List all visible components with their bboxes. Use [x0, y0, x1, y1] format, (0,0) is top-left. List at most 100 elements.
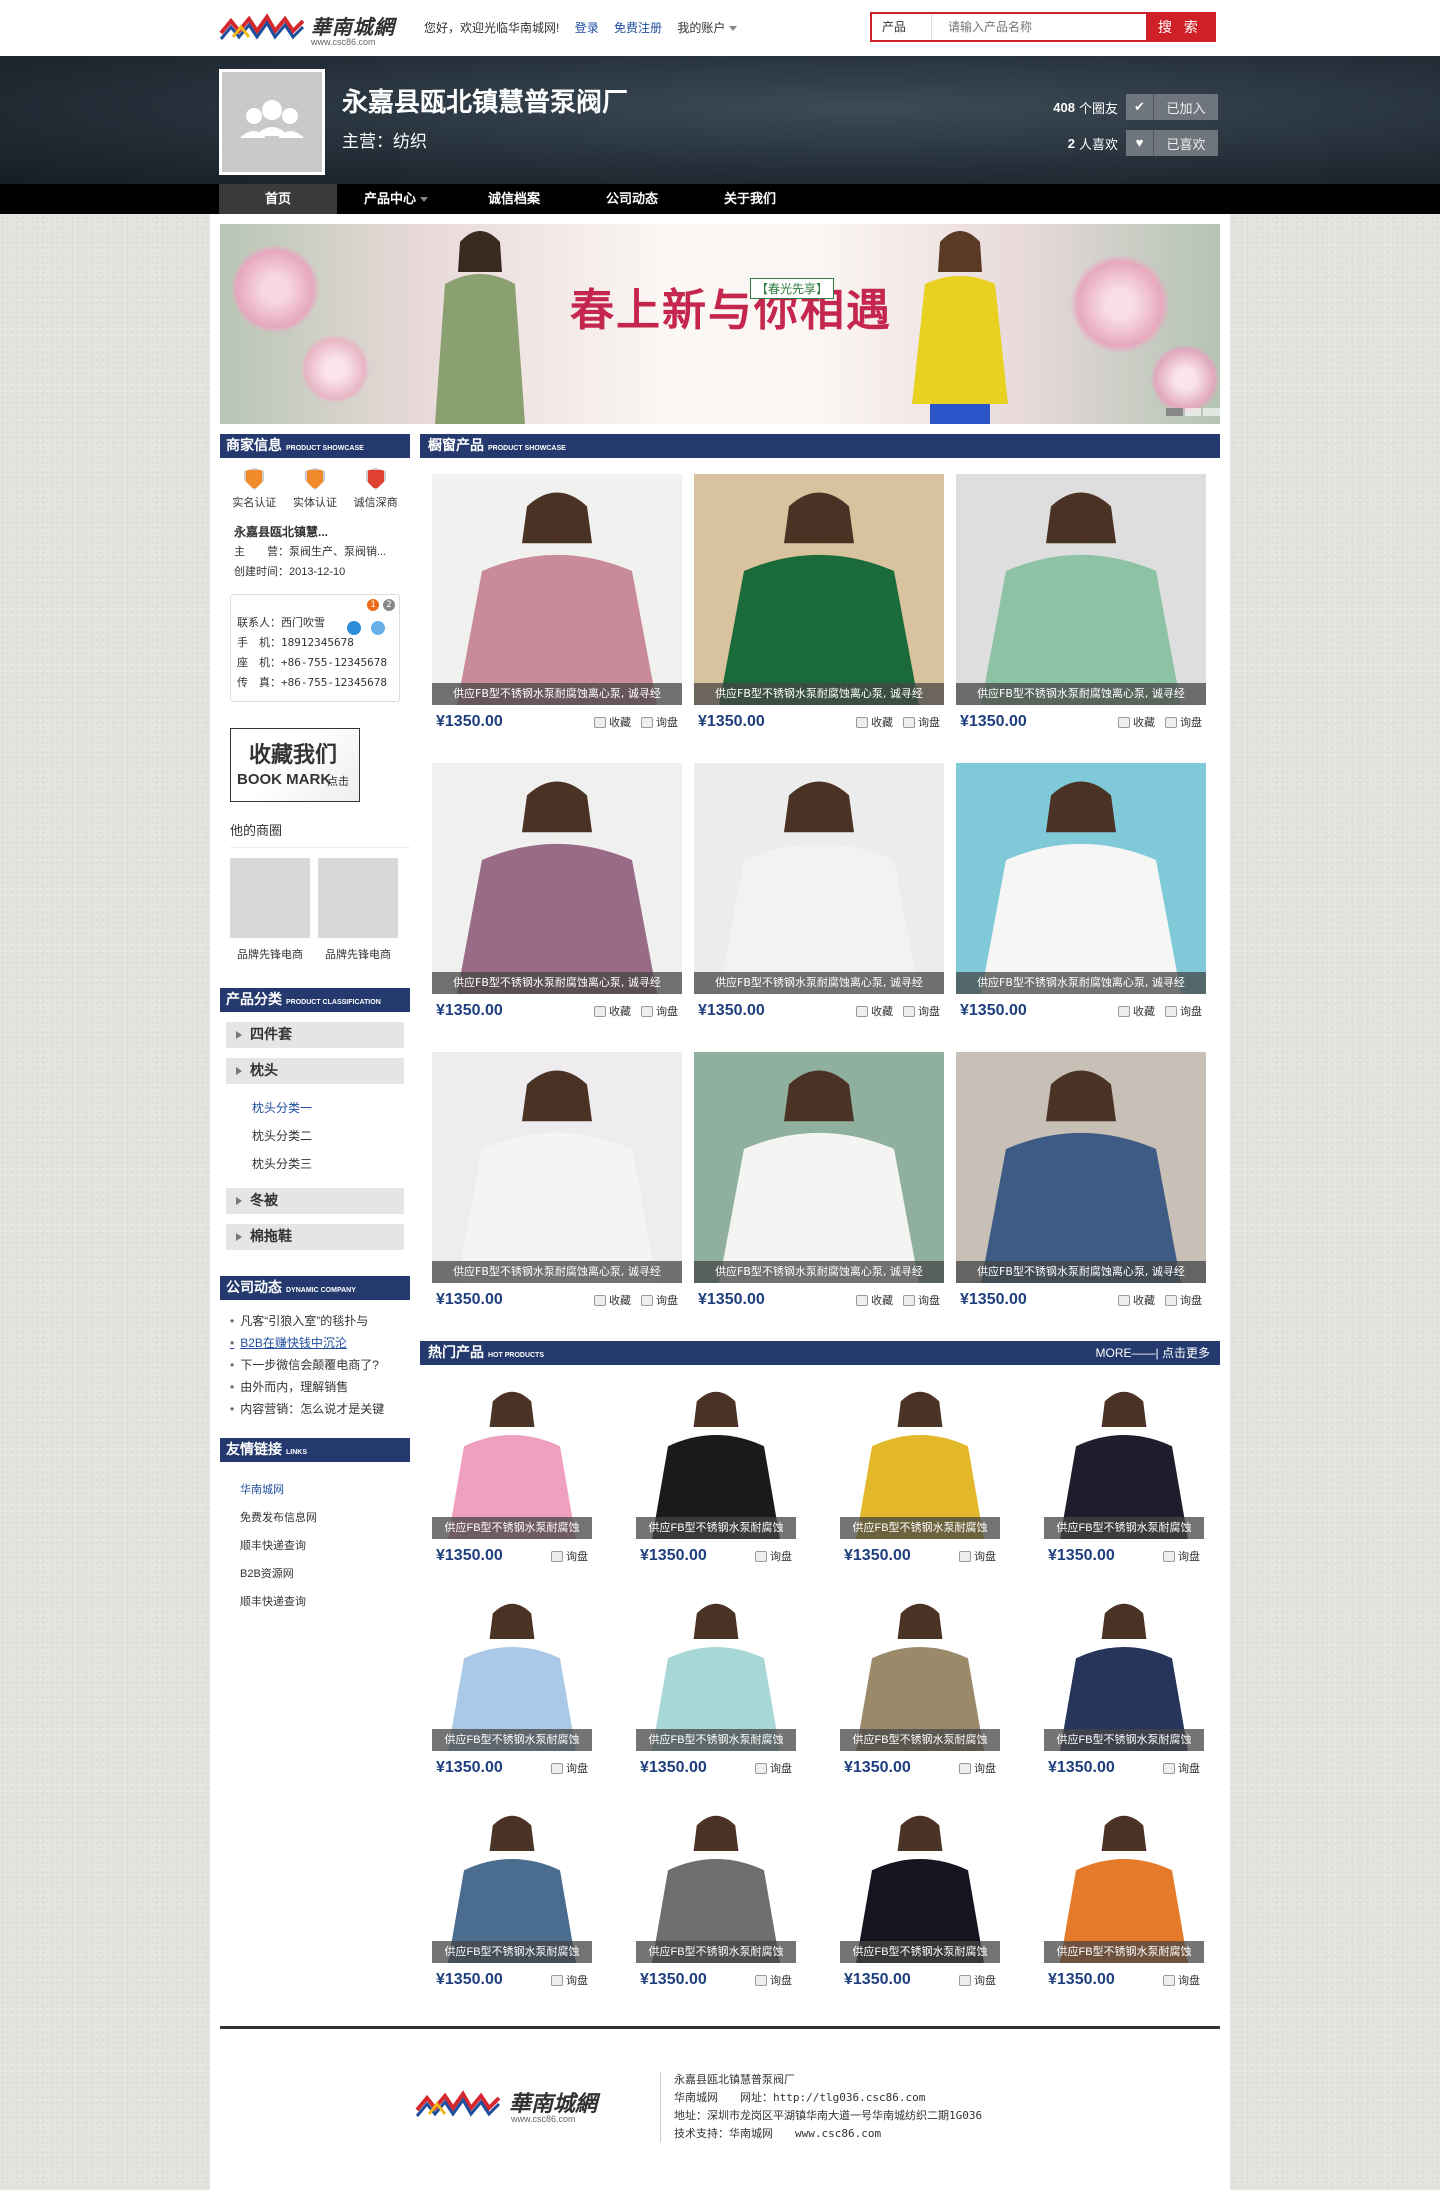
hot-card[interactable]: 供应FB型不锈钢水泵耐腐蚀 ¥1350.00 询盘	[432, 1379, 592, 1591]
product-image[interactable]: 供应FB型不锈钢水泵耐腐蚀离心泵, 诚寻经	[956, 763, 1206, 994]
subcategory-item[interactable]: 枕头分类一	[252, 1094, 410, 1122]
subcategory-item[interactable]: 枕头分类三	[252, 1150, 410, 1178]
inquire-button[interactable]: 询盘	[1163, 1972, 1200, 1988]
showcase-card[interactable]: 供应FB型不锈钢水泵耐腐蚀离心泵, 诚寻经 ¥1350.00 收藏 询盘	[432, 763, 682, 1052]
nav-about[interactable]: 关于我们	[691, 184, 809, 214]
product-image[interactable]: 供应FB型不锈钢水泵耐腐蚀离心泵, 诚寻经	[694, 763, 944, 994]
favorite-button[interactable]: 收藏	[1118, 1003, 1155, 1019]
product-image[interactable]: 供应FB型不锈钢水泵耐腐蚀	[840, 1379, 1000, 1539]
product-image[interactable]: 供应FB型不锈钢水泵耐腐蚀	[432, 1379, 592, 1539]
product-image[interactable]: 供应FB型不锈钢水泵耐腐蚀	[1044, 1591, 1204, 1751]
circle-item[interactable]: 品牌先锋电商	[230, 858, 310, 962]
showcase-card[interactable]: 供应FB型不锈钢水泵耐腐蚀离心泵, 诚寻经 ¥1350.00 收藏 询盘	[432, 474, 682, 763]
hot-card[interactable]: 供应FB型不锈钢水泵耐腐蚀 ¥1350.00 询盘	[432, 1591, 592, 1803]
hot-card[interactable]: 供应FB型不锈钢水泵耐腐蚀 ¥1350.00 询盘	[636, 1591, 796, 1803]
friend-link[interactable]: 顺丰快递查询	[240, 1532, 410, 1560]
cert-realname[interactable]: 实名认证	[226, 468, 282, 510]
friend-link[interactable]: 华南城网	[240, 1476, 410, 1504]
hot-card[interactable]: 供应FB型不锈钢水泵耐腐蚀 ¥1350.00 询盘	[840, 1591, 1000, 1803]
subcategory-item[interactable]: 枕头分类二	[252, 1122, 410, 1150]
hot-card[interactable]: 供应FB型不锈钢水泵耐腐蚀 ¥1350.00 询盘	[636, 1803, 796, 2015]
cert-credit[interactable]: 诚信深商	[348, 468, 404, 510]
showcase-card[interactable]: 供应FB型不锈钢水泵耐腐蚀离心泵, 诚寻经 ¥1350.00 收藏 询盘	[694, 474, 944, 763]
favorite-button[interactable]: 收藏	[856, 714, 893, 730]
friend-link[interactable]: 顺丰快递查询	[240, 1588, 410, 1616]
product-image[interactable]: 供应FB型不锈钢水泵耐腐蚀	[636, 1591, 796, 1751]
slider-dot[interactable]	[1203, 408, 1220, 416]
nav-products[interactable]: 产品中心	[337, 184, 455, 214]
inquire-button[interactable]: 询盘	[551, 1548, 588, 1564]
favorite-button[interactable]: 收藏	[1118, 1292, 1155, 1308]
login-link[interactable]: 登录	[575, 21, 599, 35]
news-item[interactable]: 下一步微信会颠覆电商了?	[230, 1354, 410, 1376]
favorite-button[interactable]: 收藏	[594, 714, 631, 730]
inquire-button[interactable]: 询盘	[959, 1760, 996, 1776]
search-input[interactable]	[932, 14, 1146, 40]
category-item[interactable]: 四件套	[226, 1022, 404, 1048]
hot-card[interactable]: 供应FB型不锈钢水泵耐腐蚀 ¥1350.00 询盘	[840, 1379, 1000, 1591]
inquire-button[interactable]: 询盘	[755, 1548, 792, 1564]
product-image[interactable]: 供应FB型不锈钢水泵耐腐蚀离心泵, 诚寻经	[432, 763, 682, 994]
banner-slider[interactable]: 春上新与你相遇 【春光先享】	[220, 224, 1220, 424]
inquire-button[interactable]: 询盘	[959, 1972, 996, 1988]
slider-dot[interactable]	[1166, 408, 1183, 416]
nav-home[interactable]: 首页	[219, 184, 337, 214]
inquire-button[interactable]: 询盘	[903, 1292, 940, 1308]
product-image[interactable]: 供应FB型不锈钢水泵耐腐蚀离心泵, 诚寻经	[432, 474, 682, 705]
inquire-button[interactable]: 询盘	[1163, 1760, 1200, 1776]
bookmark-button[interactable]: 收藏我们 BOOK MARK 点击	[230, 728, 360, 802]
inquire-button[interactable]: 询盘	[755, 1972, 792, 1988]
chat-icon[interactable]	[371, 621, 385, 635]
inquire-button[interactable]: 询盘	[551, 1972, 588, 1988]
inquire-button[interactable]: 询盘	[1163, 1548, 1200, 1564]
account-menu[interactable]: 我的账户	[677, 21, 738, 35]
inquire-button[interactable]: 询盘	[1165, 714, 1202, 730]
inquire-button[interactable]: 询盘	[755, 1760, 792, 1776]
nav-credit[interactable]: 诚信档案	[455, 184, 573, 214]
inquire-button[interactable]: 询盘	[551, 1760, 588, 1776]
more-link[interactable]: MORE——| 点击更多	[1096, 1341, 1210, 1365]
circle-item[interactable]: 品牌先锋电商	[318, 858, 398, 962]
nav-news[interactable]: 公司动态	[573, 184, 691, 214]
friend-link[interactable]: 免费发布信息网	[240, 1504, 410, 1532]
friend-link[interactable]: B2B资源网	[240, 1560, 410, 1588]
showcase-card[interactable]: 供应FB型不锈钢水泵耐腐蚀离心泵, 诚寻经 ¥1350.00 收藏 询盘	[432, 1052, 682, 1341]
favorite-button[interactable]: 收藏	[856, 1003, 893, 1019]
product-image[interactable]: 供应FB型不锈钢水泵耐腐蚀	[432, 1803, 592, 1963]
product-image[interactable]: 供应FB型不锈钢水泵耐腐蚀	[1044, 1803, 1204, 1963]
qq-icon[interactable]	[347, 621, 361, 635]
search-category-select[interactable]: 产品	[872, 14, 932, 40]
favorite-button[interactable]: 收藏	[594, 1292, 631, 1308]
category-item[interactable]: 冬被	[226, 1188, 404, 1214]
inquire-button[interactable]: 询盘	[641, 1292, 678, 1308]
favorite-button[interactable]: 收藏	[1118, 714, 1155, 730]
hot-card[interactable]: 供应FB型不锈钢水泵耐腐蚀 ¥1350.00 询盘	[840, 1803, 1000, 2015]
category-item[interactable]: 棉拖鞋	[226, 1224, 404, 1250]
showcase-card[interactable]: 供应FB型不锈钢水泵耐腐蚀离心泵, 诚寻经 ¥1350.00 收藏 询盘	[694, 1052, 944, 1341]
register-link[interactable]: 免费注册	[614, 21, 662, 35]
news-item[interactable]: 凡客“引狼入室”的毯扑与	[230, 1310, 410, 1332]
product-image[interactable]: 供应FB型不锈钢水泵耐腐蚀	[840, 1591, 1000, 1751]
join-button[interactable]: ✔ 已加入	[1126, 94, 1218, 120]
inquire-button[interactable]: 询盘	[1165, 1292, 1202, 1308]
product-image[interactable]: 供应FB型不锈钢水泵耐腐蚀离心泵, 诚寻经	[956, 474, 1206, 705]
news-item[interactable]: 内容营销：怎么说才是关键	[230, 1398, 410, 1420]
product-image[interactable]: 供应FB型不锈钢水泵耐腐蚀离心泵, 诚寻经	[694, 474, 944, 705]
inquire-button[interactable]: 询盘	[641, 714, 678, 730]
showcase-card[interactable]: 供应FB型不锈钢水泵耐腐蚀离心泵, 诚寻经 ¥1350.00 收藏 询盘	[956, 474, 1206, 763]
product-image[interactable]: 供应FB型不锈钢水泵耐腐蚀离心泵, 诚寻经	[956, 1052, 1206, 1283]
favorite-button[interactable]: 收藏	[594, 1003, 631, 1019]
favorite-button[interactable]: 收藏	[856, 1292, 893, 1308]
hot-card[interactable]: 供应FB型不锈钢水泵耐腐蚀 ¥1350.00 询盘	[1044, 1379, 1204, 1591]
inquire-button[interactable]: 询盘	[903, 1003, 940, 1019]
showcase-card[interactable]: 供应FB型不锈钢水泵耐腐蚀离心泵, 诚寻经 ¥1350.00 收藏 询盘	[956, 1052, 1206, 1341]
hot-card[interactable]: 供应FB型不锈钢水泵耐腐蚀 ¥1350.00 询盘	[1044, 1591, 1204, 1803]
product-image[interactable]: 供应FB型不锈钢水泵耐腐蚀	[1044, 1379, 1204, 1539]
product-image[interactable]: 供应FB型不锈钢水泵耐腐蚀	[432, 1591, 592, 1751]
cert-entity[interactable]: 实体认证	[287, 468, 343, 510]
product-image[interactable]: 供应FB型不锈钢水泵耐腐蚀	[636, 1379, 796, 1539]
inquire-button[interactable]: 询盘	[1165, 1003, 1202, 1019]
news-item[interactable]: 由外而内，理解销售	[230, 1376, 410, 1398]
footer-logo[interactable]: 華南城網 www.csc86.com	[415, 2084, 635, 2124]
news-item[interactable]: B2B在赚快钱中沉沦	[230, 1332, 410, 1354]
